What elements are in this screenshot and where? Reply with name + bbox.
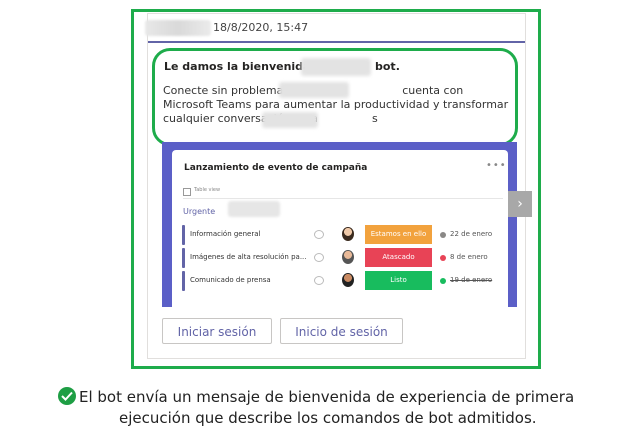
row-label: Comunicado de prensa <box>190 276 271 284</box>
product-name-redacted <box>279 82 349 98</box>
table-row[interactable]: Imágenes de alta resolución pa... Atasca… <box>182 248 502 268</box>
table-icon <box>183 188 191 196</box>
figure-caption: El bot envía un mensaje de bienvenida de… <box>79 387 619 429</box>
comment-icon[interactable] <box>314 253 324 262</box>
row-label: Imágenes de alta resolución pa... <box>190 253 307 261</box>
welcome-title-prefix: Le damos la bienvenida a <box>164 60 322 73</box>
row-date: 19 de enero <box>450 276 493 284</box>
welcome-body-part4: s <box>371 112 378 125</box>
message-timestamp: 18/8/2020, 15:47 <box>213 21 309 34</box>
alert-icon <box>440 255 446 261</box>
check-icon <box>440 278 446 284</box>
row-group-bar <box>182 271 185 291</box>
check-circle-icon <box>58 387 76 405</box>
caption-line-1: El bot envía un mensaje de bienvenida de… <box>79 388 575 406</box>
bot-name-redacted <box>301 58 371 76</box>
status-badge[interactable]: Atascado <box>365 248 432 267</box>
table-row[interactable]: Información general Estamos en ello 22 d… <box>182 225 502 245</box>
clock-icon <box>440 232 446 238</box>
avatar <box>342 273 354 287</box>
card-accent-bar <box>148 41 525 43</box>
login-button[interactable]: Inicio de sesión <box>280 318 403 344</box>
row-group-bar <box>182 248 185 268</box>
row-label: Información general <box>190 230 261 238</box>
status-badge[interactable]: Estamos en ello <box>365 225 432 244</box>
status-badge[interactable]: Listo <box>365 271 432 290</box>
comment-icon[interactable] <box>314 276 324 285</box>
group-label: Urgente <box>183 207 216 216</box>
welcome-title: Le damos la bienvenida a <box>164 60 322 73</box>
caption-line-2: ejecución que describe los comandos de b… <box>119 409 537 427</box>
action-name-redacted <box>262 112 318 128</box>
avatar <box>342 227 354 241</box>
comment-icon[interactable] <box>314 230 324 239</box>
sign-in-button[interactable]: Iniciar sesión <box>162 318 272 344</box>
welcome-title-suffix: bot. <box>375 60 400 73</box>
row-date: 22 de enero <box>450 230 493 238</box>
group-info-redacted <box>228 201 280 217</box>
more-horizontal-icon[interactable]: ••• <box>486 160 507 171</box>
table-row[interactable]: Comunicado de prensa Listo 19 de enero <box>182 271 502 291</box>
table-view-label: Table view <box>194 187 221 193</box>
event-card-title: Lanzamiento de evento de campaña <box>184 163 368 173</box>
row-date: 8 de enero <box>450 253 488 261</box>
avatar <box>342 250 354 264</box>
sender-name-redacted <box>145 20 211 36</box>
divider <box>183 198 503 199</box>
chevron-right-icon[interactable]: › <box>508 191 532 217</box>
row-group-bar <box>182 225 185 245</box>
